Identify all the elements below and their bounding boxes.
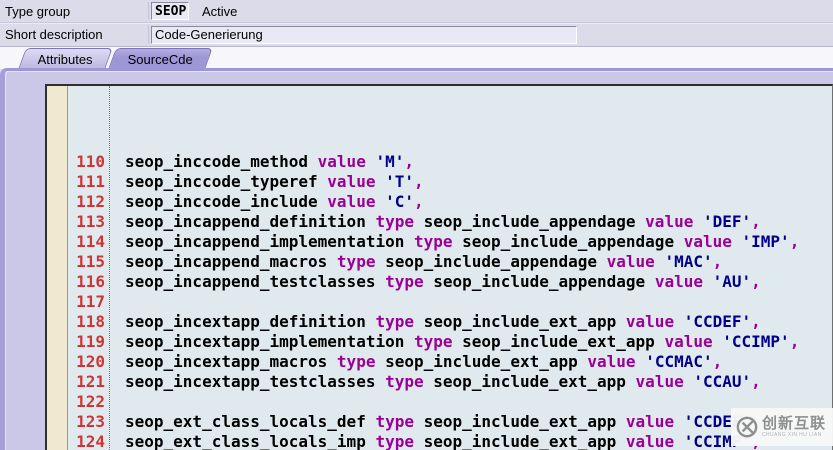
code-text: seop_incextapp_implementation type seop_… (125, 332, 800, 351)
code-text: seop_incextapp_macros type seop_include_… (125, 352, 723, 371)
code-line[interactable]: 112 seop_inccode_include value 'C', (68, 192, 832, 212)
watermark-subtext: CHUANG XIN HU LIAN (762, 432, 822, 438)
line-number: 119 (76, 332, 105, 351)
code-editor[interactable]: 110 seop_inccode_method value 'M', 111 seop… (45, 84, 833, 450)
breakpoint-gutter[interactable] (47, 86, 68, 450)
code-line[interactable]: 122 (68, 392, 832, 412)
line-number: 117 (76, 292, 105, 311)
code-text: seop_inccode_method value 'M', (125, 152, 415, 171)
tab-panel: 110 seop_inccode_method value 'M', 111 seop… (0, 68, 833, 450)
code-line[interactable]: 115 seop_incappend_macros type seop_inclu… (68, 252, 832, 272)
code-text: seop_incappend_definition type seop_incl… (125, 212, 761, 231)
chuangxin-logo-icon (736, 416, 758, 438)
type-group-field[interactable]: SEOP (151, 2, 189, 20)
code-line[interactable]: 111 seop_inccode_typeref value 'T', (68, 172, 832, 192)
line-number: 121 (76, 372, 105, 391)
code-line[interactable]: 114 seop_incappend_implementation type se… (68, 232, 832, 252)
watermark-text: 创新互联 (762, 414, 827, 432)
watermark: 创新互联 CHUANG XIN HU LIAN (731, 408, 833, 446)
line-number: 113 (76, 212, 105, 231)
line-number: 115 (76, 252, 105, 271)
code-line[interactable]: 121 seop_incextapp_testclasses type seop_… (68, 372, 832, 392)
code-text: seop_incappend_testclasses type seop_inc… (125, 272, 761, 291)
type-group-row: Type group SEOP Active (0, 0, 833, 22)
code-line[interactable]: 117 (68, 292, 832, 312)
code-line[interactable]: 123 seop_ext_class_locals_def type seop_i… (68, 412, 832, 432)
line-number: 120 (76, 352, 105, 371)
line-number: 111 (76, 172, 105, 191)
line-number: 112 (76, 192, 105, 211)
line-number: 114 (76, 232, 105, 251)
code-line[interactable]: 124 seop_ext_class_locals_imp type seop_i… (68, 432, 832, 450)
code-line[interactable]: 113 seop_incappend_definition type seop_i… (68, 212, 832, 232)
tab-attributes-label: Attributes (37, 51, 93, 67)
short-description-label: Short description (5, 27, 103, 42)
line-number: 123 (76, 412, 105, 431)
code-text: seop_incappend_macros type seop_include_… (125, 252, 723, 271)
code-text: seop_inccode_include value 'C', (125, 192, 424, 211)
code-line[interactable]: 118 seop_incextapp_definition type seop_i… (68, 312, 832, 332)
code-lines: 110 seop_inccode_method value 'M', 111 seop… (68, 86, 832, 450)
code-text: seop_incextapp_definition type seop_incl… (125, 312, 761, 331)
code-line[interactable]: 116 seop_incappend_testclasses type seop_… (68, 272, 832, 292)
header-area: Type group SEOP Active Short description… (0, 0, 833, 47)
tab-sourcecde-label: SourceCde (127, 51, 193, 67)
code-line[interactable]: 120 seop_incextapp_macros type seop_inclu… (68, 352, 832, 372)
code-text: seop_incappend_implementation type seop_… (125, 232, 800, 251)
line-number: 116 (76, 272, 105, 291)
line-number: 124 (76, 432, 105, 450)
short-description-row: Short description Code-Generierung (0, 22, 833, 46)
line-number: 122 (76, 392, 105, 411)
short-description-field[interactable]: Code-Generierung (151, 25, 577, 44)
type-group-label: Type group (5, 3, 71, 19)
code-text: seop_ext_class_locals_def type seop_incl… (125, 412, 761, 431)
code-text: seop_inccode_typeref value 'T', (125, 172, 424, 191)
code-text: seop_ext_class_locals_imp type seop_incl… (125, 432, 761, 450)
tab-sourcecde[interactable]: SourceCde (108, 48, 213, 69)
code-text: seop_incextapp_testclasses type seop_inc… (125, 372, 761, 391)
line-number: 110 (76, 152, 105, 171)
line-number-separator (109, 86, 110, 450)
sap-window: Type group SEOP Active Short description… (0, 0, 833, 450)
line-number: 118 (76, 312, 105, 331)
code-line[interactable]: 119 seop_incextapp_implementation type se… (68, 332, 832, 352)
status-text: Active (202, 3, 238, 19)
code-line[interactable]: 110 seop_inccode_method value 'M', (68, 152, 832, 172)
tab-attributes[interactable]: Attributes (18, 48, 113, 69)
tab-strip: Attributes SourceCde (0, 47, 833, 69)
